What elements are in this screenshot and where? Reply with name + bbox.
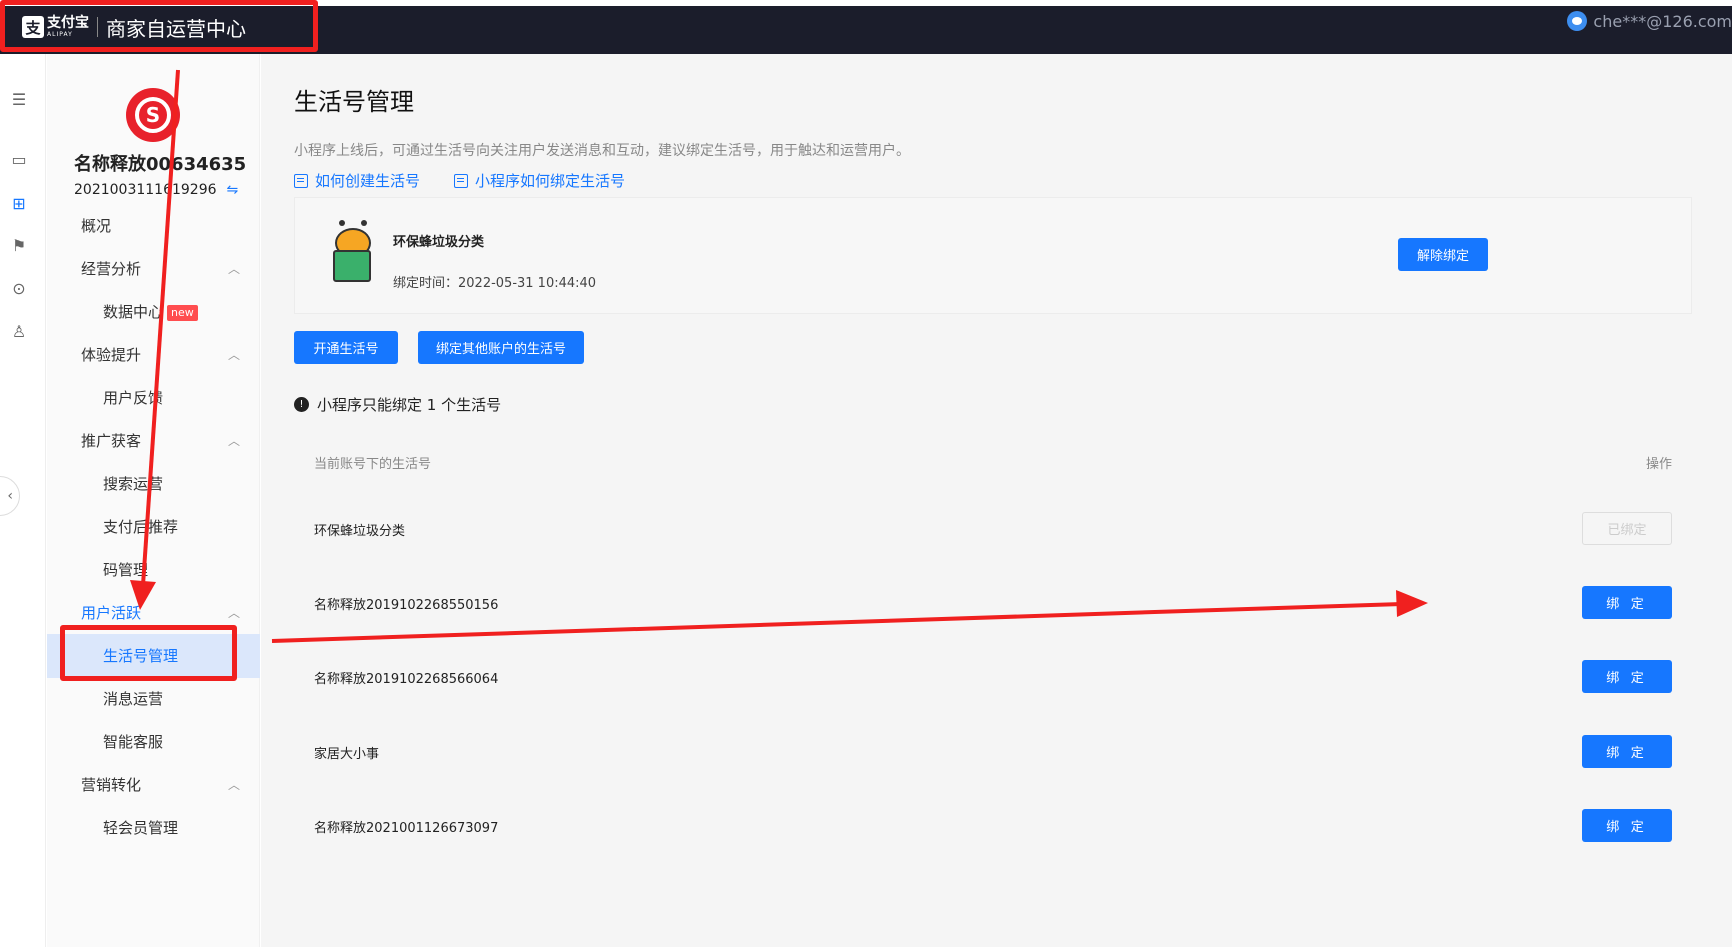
sidebar-item-after-pay[interactable]: 支付后推荐: [47, 505, 260, 549]
sidebar-item-smart-service[interactable]: 智能客服: [47, 720, 260, 764]
chevron-up-icon: ︿: [227, 778, 240, 792]
table-row: 家居大小事 绑 定: [294, 715, 1692, 789]
table-row: 名称释放2019102268566064 绑 定: [294, 640, 1692, 714]
monitor-icon[interactable]: ▭: [9, 150, 29, 170]
life-account-name: 家居大小事: [314, 747, 380, 762]
user-menu[interactable]: che***@126.com: [1567, 11, 1732, 31]
sidebar-item-light-member[interactable]: 轻会员管理: [47, 806, 260, 850]
sidebar-item-overview[interactable]: 概况: [47, 204, 260, 248]
user-avatar-icon: [1567, 11, 1588, 31]
bound-time: 绑定时间：2022-05-31 10:44:40: [393, 276, 597, 291]
chevron-up-icon: ︿: [227, 262, 240, 276]
collapse-toggle-icon[interactable]: ‹: [0, 476, 20, 516]
document-icon: [294, 173, 308, 188]
column-header-name: 当前账号下的生活号: [314, 457, 432, 472]
account-id-row: 2021003111619296 ⇋: [74, 182, 238, 198]
table-row: 名称释放2021001126673097 绑 定: [294, 789, 1692, 863]
bee-mascot-avatar: [325, 220, 381, 286]
bound-account-card: 环保蜂垃圾分类 绑定时间：2022-05-31 10:44:40 解除绑定: [294, 197, 1692, 314]
flag-icon[interactable]: ⚑: [9, 236, 29, 256]
bind-button[interactable]: 绑 定: [1582, 809, 1672, 842]
sidebar-item-data-center[interactable]: 数据中心 new: [47, 290, 260, 334]
menu-icon[interactable]: ☰: [9, 90, 29, 110]
bind-other-account-button[interactable]: 绑定其他账户的生活号: [418, 331, 584, 364]
sidebar-group-experience[interactable]: 体验提升 ︿: [47, 333, 260, 377]
account-id: 2021003111619296: [74, 182, 217, 198]
life-account-name: 名称释放2019102268566064: [314, 672, 499, 687]
user-email: che***@126.com: [1593, 11, 1732, 31]
sidebar: S 名称释放00634635 2021003111619296 ⇋ 概况 经营分析…: [47, 54, 260, 947]
annotation-box-menu-item: [60, 625, 237, 681]
column-header-operation: 操作: [1645, 457, 1672, 472]
sidebar-group-marketing[interactable]: 营销转化 ︿: [47, 763, 260, 807]
help-links: 如何创建生活号 小程序如何绑定生活号: [294, 170, 659, 191]
annotation-box-header: [0, 0, 318, 52]
info-icon: !: [294, 397, 309, 412]
help-link-create[interactable]: 如何创建生活号: [294, 170, 420, 191]
account-name: 名称释放00634635: [74, 154, 247, 175]
icon-rail: ☰ ▭ ⊞ ⚑ ⊙ ♙ ‹: [0, 54, 46, 947]
sidebar-group-promotion[interactable]: 推广获客 ︿: [47, 419, 260, 463]
new-badge: new: [167, 304, 198, 321]
life-account-name: 环保蜂垃圾分类: [314, 524, 406, 539]
bind-button[interactable]: 绑 定: [1582, 660, 1672, 693]
sidebar-item-message-ops[interactable]: 消息运营: [47, 677, 260, 721]
document-icon: [454, 173, 469, 188]
switch-account-icon[interactable]: ⇋: [227, 182, 239, 198]
basket-icon[interactable]: ♙: [9, 322, 29, 342]
main-content: 生活号管理 小程序上线后，可通过生活号向关注用户发送消息和互动，建议绑定生活号，…: [261, 54, 1732, 947]
table-row: 环保蜂垃圾分类 已绑定: [294, 492, 1692, 566]
unbind-button[interactable]: 解除绑定: [1398, 238, 1488, 271]
bind-button[interactable]: 绑 定: [1582, 586, 1672, 619]
bind-limit-notice: ! 小程序只能绑定 1 个生活号: [294, 394, 501, 415]
sidebar-item-user-feedback[interactable]: 用户反馈: [47, 376, 260, 420]
page-title: 生活号管理: [294, 88, 414, 116]
bound-account-name: 环保蜂垃圾分类: [393, 235, 485, 250]
chevron-up-icon: ︿: [227, 348, 240, 362]
grid-icon[interactable]: ⊞: [9, 194, 29, 214]
chevron-up-icon: ︿: [227, 434, 240, 448]
table-row: 名称释放2019102268550156 绑 定: [294, 566, 1692, 640]
life-account-name: 名称释放2019102268550156: [314, 598, 499, 613]
sidebar-group-business-analysis[interactable]: 经营分析 ︿: [47, 247, 260, 291]
open-life-account-button[interactable]: 开通生活号: [294, 331, 398, 364]
merchant-logo: S: [126, 88, 180, 142]
bound-status-button: 已绑定: [1582, 512, 1672, 545]
logo-s-icon: S: [135, 97, 171, 133]
help-link-bind[interactable]: 小程序如何绑定生活号: [454, 170, 625, 191]
bind-button[interactable]: 绑 定: [1582, 735, 1672, 768]
life-account-name: 名称释放2021001126673097: [314, 821, 499, 836]
table-header: 当前账号下的生活号 操作: [294, 438, 1692, 484]
sidebar-item-code-mgmt[interactable]: 码管理: [47, 548, 260, 592]
search-chart-icon[interactable]: ⊙: [9, 279, 29, 299]
sidebar-item-search-ops[interactable]: 搜索运营: [47, 462, 260, 506]
page-description: 小程序上线后，可通过生活号向关注用户发送消息和互动，建议绑定生活号，用于触达和运…: [294, 143, 910, 159]
